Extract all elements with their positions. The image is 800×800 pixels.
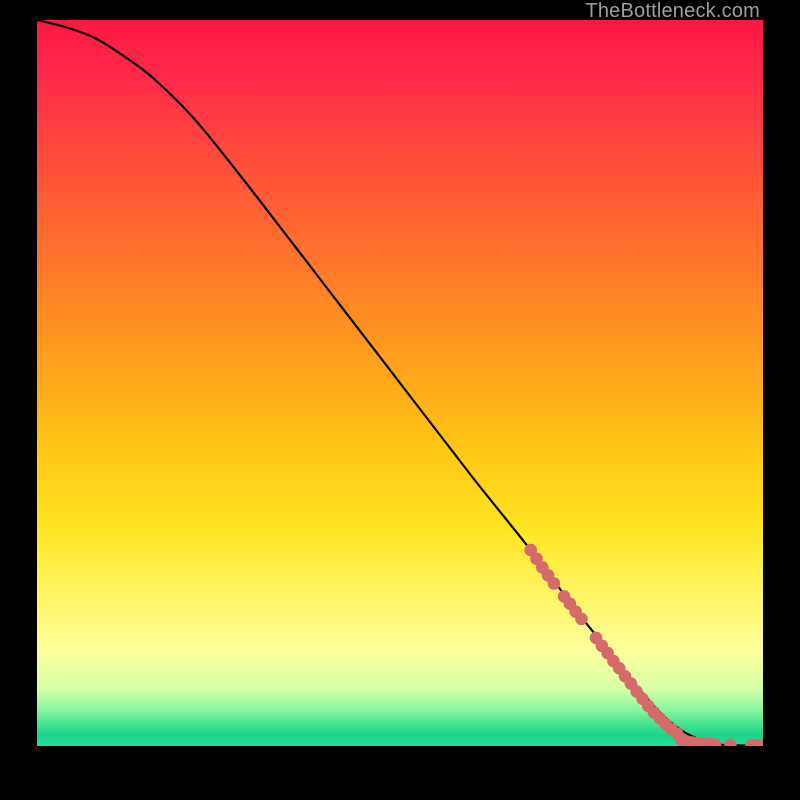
highlight-dot [575,613,588,626]
plot-area [37,20,763,746]
highlight-dot [548,577,561,590]
highlight-dots [524,544,763,746]
outer-black-frame: TheBottleneck.com [0,0,800,800]
chart-overlay-svg [37,20,763,746]
highlight-dot [724,739,737,746]
bottleneck-curve [37,20,763,746]
